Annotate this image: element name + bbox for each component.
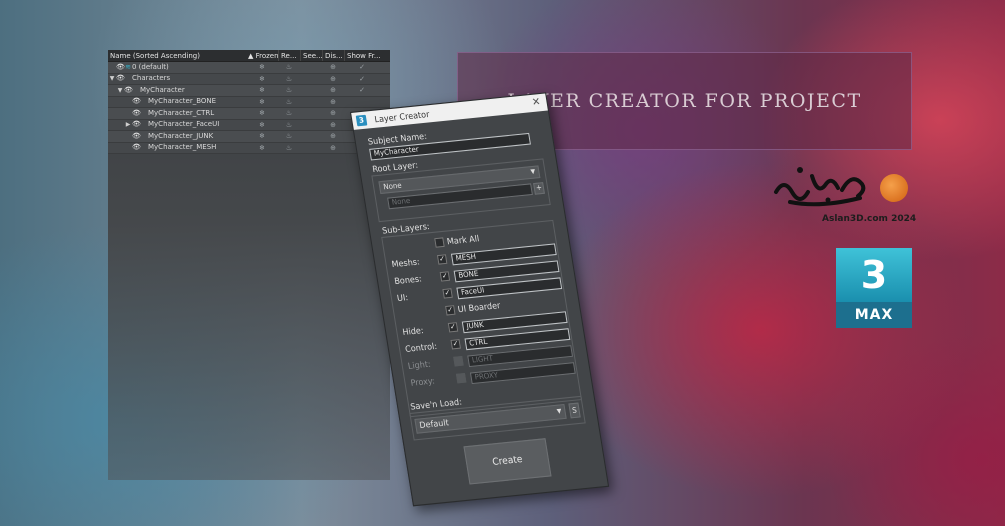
save-preset-button[interactable]: S (568, 402, 581, 419)
ui-checkbox[interactable]: ✓ (442, 288, 453, 299)
close-icon[interactable]: ✕ (531, 96, 541, 108)
layer-label: MyCharacter_FaceUI (148, 120, 220, 128)
3dsmax-badge: 3 MAX (836, 248, 912, 328)
table-row[interactable]: ▼ 👁 MyCharacter ❄ ♨ ⊕ ✓ (108, 85, 390, 97)
display-icon[interactable]: ⊕ (322, 143, 344, 154)
display-icon[interactable]: ⊕ (322, 62, 344, 73)
layer-label: MyCharacter (140, 85, 185, 94)
table-row[interactable]: ▼ 👁 Characters ❄ ♨ ⊕ ✓ (108, 73, 390, 85)
chevron-down-icon: ▼ (556, 407, 563, 416)
display-icon[interactable]: ⊕ (322, 131, 344, 142)
teapot-icon[interactable]: ♨ (278, 62, 300, 73)
expand-arrow-icon[interactable]: ▶ (124, 120, 132, 131)
layer-label: Characters (132, 74, 171, 82)
snowflake-icon[interactable]: ❄ (246, 74, 278, 85)
column-name[interactable]: Name (Sorted Ascending) (108, 50, 246, 61)
add-root-layer-button[interactable]: + (533, 182, 545, 195)
teapot-icon[interactable]: ♨ (278, 131, 300, 142)
check-icon[interactable]: ✓ (344, 85, 380, 96)
logo-orange-dot-icon (880, 174, 908, 202)
snowflake-icon[interactable]: ❄ (246, 120, 278, 131)
banner-title: LAYER CREATOR FOR PROJECT (507, 90, 862, 112)
table-row[interactable]: ▶ 👁 MyCharacter_FaceUI ❄ ♨ ⊕ (108, 119, 390, 131)
snowflake-icon[interactable]: ❄ (246, 131, 278, 142)
ui-label: UI: (396, 292, 409, 304)
table-row[interactable]: 👁 ≋ 0 (default) ❄ ♨ ⊕ ✓ (108, 62, 390, 74)
column-frozen[interactable]: ▲ Frozen (246, 50, 278, 61)
teapot-icon[interactable]: ♨ (278, 108, 300, 119)
layer-explorer: Name (Sorted Ascending) ▲ Frozen Re... S… (108, 50, 390, 480)
explorer-header: Name (Sorted Ascending) ▲ Frozen Re... S… (108, 50, 390, 62)
display-icon[interactable]: ⊕ (322, 97, 344, 108)
snowflake-icon[interactable]: ❄ (246, 85, 278, 96)
check-icon[interactable]: ✓ (344, 62, 380, 73)
app-icon: 3 (355, 114, 368, 127)
column-display[interactable]: Dis... (322, 50, 344, 61)
expand-arrow-icon[interactable]: ▼ (116, 85, 124, 96)
bones-checkbox[interactable]: ✓ (439, 271, 451, 282)
display-icon[interactable]: ⊕ (322, 108, 344, 119)
display-icon[interactable]: ⊕ (322, 120, 344, 131)
teapot-icon[interactable]: ♨ (278, 97, 300, 108)
column-see-through[interactable]: See... (300, 50, 322, 61)
table-row[interactable]: 👁 MyCharacter_CTRL ❄ ♨ ⊕ (108, 108, 390, 120)
check-icon[interactable]: ✓ (344, 74, 380, 85)
table-row[interactable]: 👁 MyCharacter_JUNK ❄ ♨ ⊕ (108, 131, 390, 143)
preset-dropdown-value: Default (418, 417, 450, 431)
snowflake-icon[interactable]: ❄ (246, 97, 278, 108)
snowflake-icon[interactable]: ❄ (246, 62, 278, 73)
control-checkbox[interactable]: ✓ (450, 339, 462, 350)
column-show-frozen[interactable]: Show Fr... (344, 50, 380, 61)
snowflake-icon[interactable]: ❄ (246, 143, 278, 154)
eye-icon[interactable]: 👁 (132, 131, 141, 142)
teapot-icon[interactable]: ♨ (278, 74, 300, 85)
proxy-checkbox[interactable] (455, 372, 467, 384)
column-render[interactable]: Re... (278, 50, 300, 61)
eye-icon[interactable]: 👁 (116, 74, 125, 85)
chevron-down-icon: ▼ (530, 167, 536, 176)
light-checkbox[interactable] (453, 356, 464, 367)
teapot-icon[interactable]: ♨ (278, 120, 300, 131)
teapot-icon[interactable]: ♨ (278, 85, 300, 96)
display-icon[interactable]: ⊕ (322, 85, 344, 96)
eye-icon[interactable]: 👁 (132, 120, 141, 131)
aslan3d-logo: Aslan3D.com 2024 (770, 162, 920, 232)
table-row[interactable]: 👁 MyCharacter_MESH ❄ ♨ ⊕ (108, 142, 390, 154)
teapot-icon[interactable]: ♨ (278, 143, 300, 154)
root-layer-dropdown-value: None (382, 181, 403, 192)
table-row[interactable]: 👁 MyCharacter_BONE ❄ ♨ ⊕ (108, 96, 390, 108)
ui-boarder-checkbox[interactable]: ✓ (445, 305, 456, 316)
create-button[interactable]: Create (463, 438, 552, 485)
eye-icon[interactable]: 👁 (116, 62, 125, 73)
badge-number: 3 (836, 248, 912, 302)
layer-label: MyCharacter_MESH (148, 143, 217, 151)
explorer-rows: 👁 ≋ 0 (default) ❄ ♨ ⊕ ✓ ▼ 👁 Characters ❄ ♨ ⊕ ✓ ▼ 👁 M… (108, 62, 390, 154)
badge-label: MAX (836, 302, 912, 328)
layer-label: MyCharacter_JUNK (148, 131, 214, 140)
eye-icon[interactable]: 👁 (132, 143, 141, 154)
eye-icon[interactable]: 👁 (124, 85, 133, 96)
layer-label: MyCharacter_BONE (148, 97, 217, 105)
mark-all-checkbox[interactable] (434, 237, 445, 248)
eye-icon[interactable]: 👁 (132, 97, 141, 108)
layer-label: 0 (default) (132, 62, 169, 71)
display-icon[interactable]: ⊕ (322, 74, 344, 85)
dialog-title: Layer Creator (373, 108, 430, 125)
aslan-calligraphy-icon (774, 167, 866, 207)
hide-checkbox[interactable]: ✓ (447, 322, 459, 333)
expand-arrow-icon[interactable]: ▼ (108, 74, 116, 85)
logo-credit: Aslan3D.com 2024 (822, 214, 917, 224)
layer-stack-icon: ≋ (125, 62, 131, 71)
eye-icon[interactable]: 👁 (132, 108, 141, 119)
layer-label: MyCharacter_CTRL (148, 108, 215, 117)
snowflake-icon[interactable]: ❄ (246, 108, 278, 119)
meshs-checkbox[interactable]: ✓ (436, 254, 448, 265)
